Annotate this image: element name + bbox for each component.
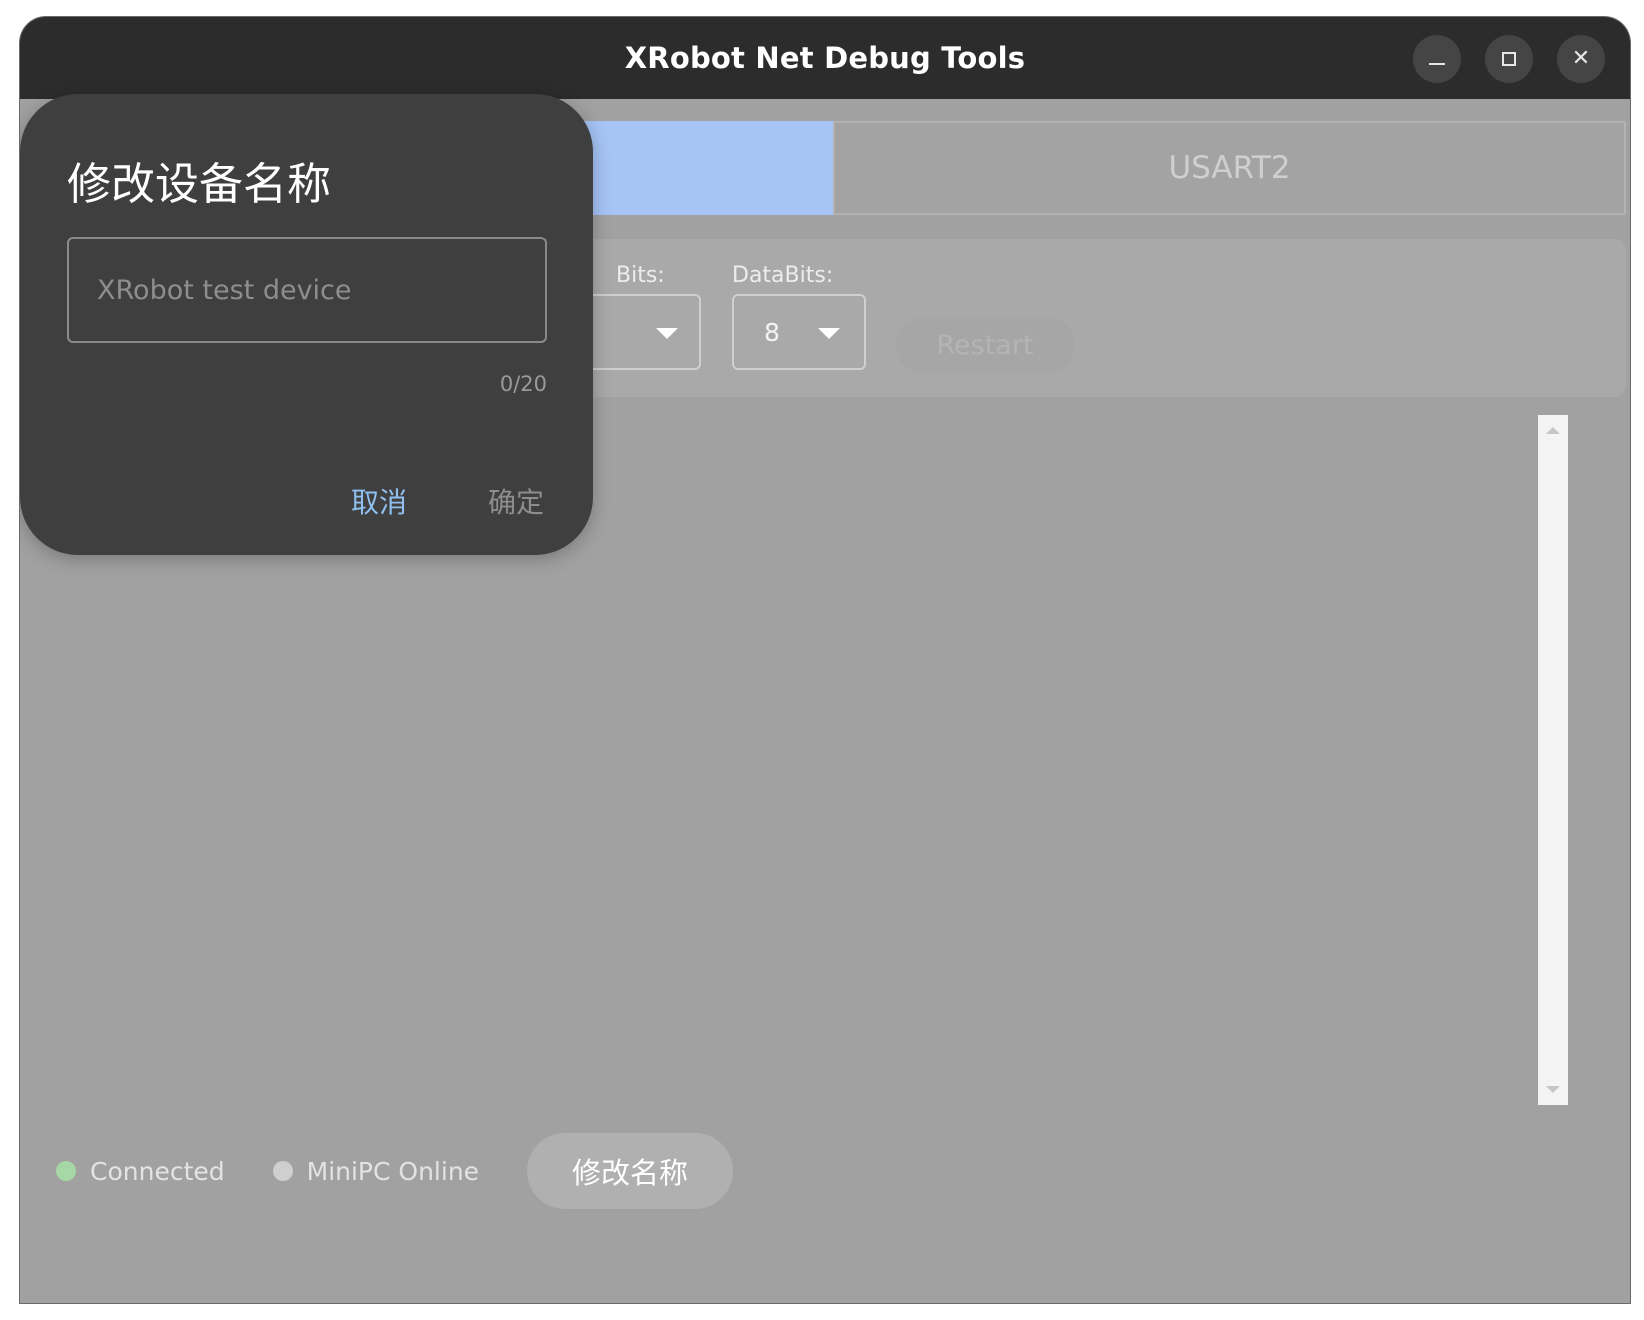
minipc-indicator-icon <box>272 1161 293 1181</box>
maximize-button[interactable] <box>1485 35 1533 83</box>
minimize-button[interactable] <box>1413 35 1461 83</box>
restart-button[interactable]: Restart <box>895 317 1075 373</box>
chevron-down-icon <box>818 328 840 339</box>
close-button[interactable]: ✕ <box>1557 35 1605 83</box>
tab-usart2[interactable]: USART2 <box>833 121 1626 215</box>
log-scrollbar[interactable] <box>1538 415 1568 1105</box>
confirm-button[interactable]: 确定 <box>488 481 544 521</box>
app-window: XRobot Net Debug Tools ✕ USART1 USART2 B… <box>20 17 1630 1303</box>
rename-button[interactable]: 修改名称 <box>527 1133 734 1209</box>
databits-value: 8 <box>764 317 780 347</box>
char-counter: 0/20 <box>499 372 547 396</box>
close-icon: ✕ <box>1571 46 1591 71</box>
minimize-icon <box>1429 63 1445 65</box>
databits-select[interactable]: 8 <box>732 294 866 370</box>
scroll-up-icon[interactable] <box>1546 427 1560 434</box>
rename-dialog: 修改设备名称 0/20 取消 确定 <box>20 94 593 555</box>
title-bar[interactable]: XRobot Net Debug Tools ✕ <box>20 17 1630 99</box>
scroll-down-icon[interactable] <box>1546 1086 1560 1093</box>
maximize-icon <box>1502 52 1516 66</box>
connected-indicator-icon <box>56 1161 76 1181</box>
bits-label: Bits: <box>616 263 665 288</box>
chevron-down-icon <box>656 328 678 339</box>
connected-label: Connected <box>90 1156 225 1186</box>
window-title: XRobot Net Debug Tools <box>624 41 1026 75</box>
minipc-label: MiniPC Online <box>306 1156 480 1186</box>
databits-label: DataBits: <box>732 263 834 288</box>
dialog-title: 修改设备名称 <box>67 159 331 210</box>
device-name-input[interactable] <box>67 237 547 343</box>
cancel-button[interactable]: 取消 <box>351 481 407 521</box>
status-bar: Connected MiniPC Online 修改名称 <box>56 1132 734 1210</box>
